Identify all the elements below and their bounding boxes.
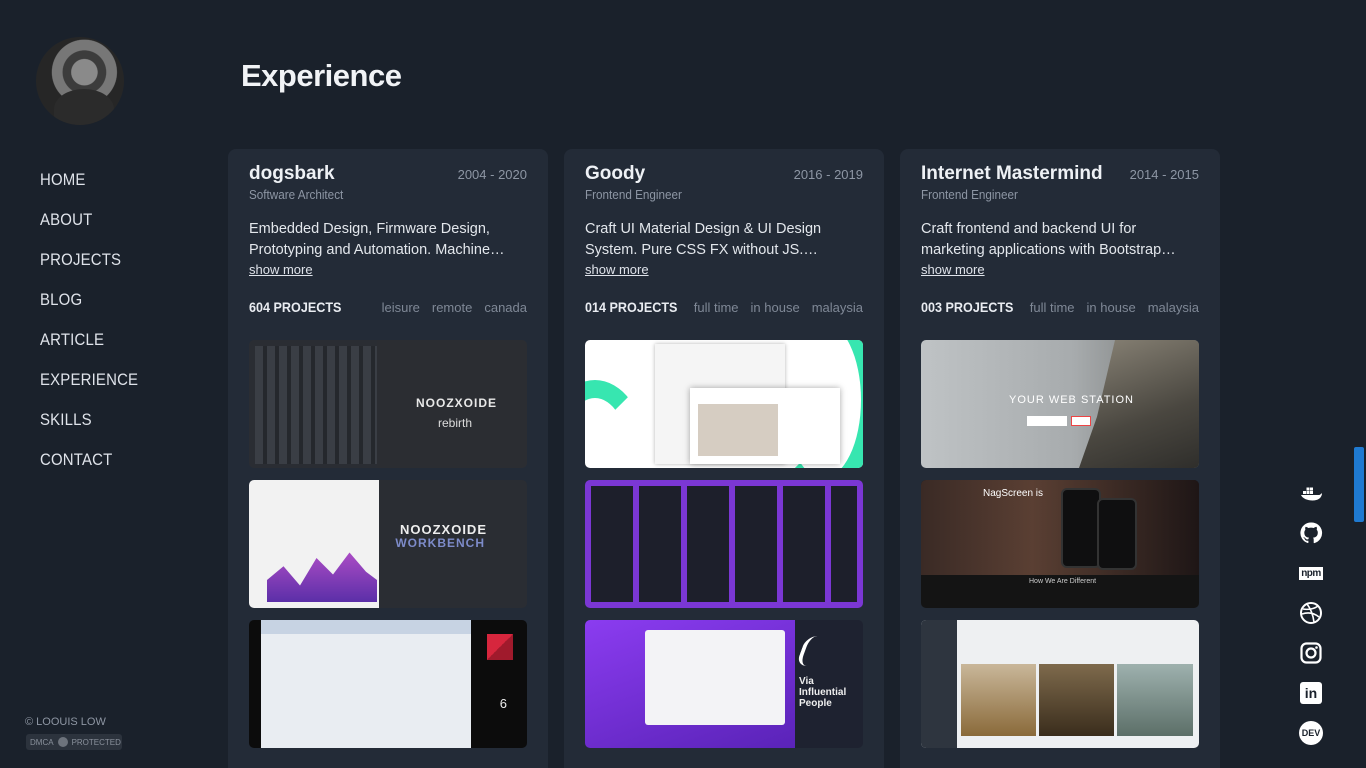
bolt-icon <box>795 636 829 666</box>
project-thumbnail[interactable] <box>585 480 863 608</box>
tag-list: full time in house malaysia <box>1030 300 1199 315</box>
logo-icon <box>487 634 513 660</box>
tag: canada <box>484 299 527 315</box>
thumbnail-subtitle: How We Are Different <box>1029 578 1097 585</box>
thumbnail-title: NOOZXOIDE <box>399 522 487 537</box>
dev-icon[interactable]: DEV <box>1298 720 1324 746</box>
main-nav: HOME ABOUT PROJECTS BLOG ARTICLE EXPERIE… <box>40 166 152 486</box>
role-title: Software Architect <box>249 187 344 202</box>
nav-experience[interactable]: EXPERIENCE <box>40 366 138 406</box>
linkedin-icon[interactable]: in <box>1298 680 1324 706</box>
tag: leisure <box>381 299 420 315</box>
instagram-icon[interactable] <box>1298 640 1324 666</box>
dmca-badge[interactable]: DMCA PROTECTED <box>26 734 122 750</box>
nav-article[interactable]: ARTICLE <box>40 326 138 366</box>
nav-home[interactable]: HOME <box>40 166 138 206</box>
tag: malaysia <box>1147 299 1199 315</box>
experience-card-goody: Goody 2016 - 2019 Frontend Engineer Craf… <box>564 149 884 768</box>
company-name: Goody <box>585 163 646 184</box>
npm-label: npm <box>1299 566 1323 580</box>
thumbnail-title: NOOZXOIDE <box>415 396 497 410</box>
tag: remote <box>431 299 473 315</box>
nav-skills[interactable]: SKILLS <box>40 406 138 446</box>
years-range: 2016 - 2019 <box>793 167 863 182</box>
npm-icon[interactable]: npm <box>1298 560 1324 586</box>
copyright-text: © LOOUIS LOW <box>25 716 106 728</box>
project-thumbnail[interactable]: NOOZXOIDE WORKBENCH <box>249 480 527 608</box>
project-count: 014 PROJECTS <box>585 299 678 315</box>
project-thumbnail[interactable] <box>585 340 863 468</box>
project-thumbnail[interactable]: NagScreen is How We Are Different <box>921 480 1199 608</box>
tag-list: full time in house malaysia <box>694 300 863 315</box>
project-count: 003 PROJECTS <box>921 299 1014 315</box>
years-range: 2004 - 2020 <box>457 167 527 182</box>
tag: in house <box>1086 299 1136 315</box>
experience-card-dogsbark: dogsbark 2004 - 2020 Software Architect … <box>228 149 548 768</box>
project-count: 604 PROJECTS <box>249 299 342 315</box>
years-range: 2014 - 2015 <box>1129 167 1199 182</box>
github-icon[interactable] <box>1298 520 1324 546</box>
job-description: Embedded Design, Firmware Design, Protot… <box>249 221 505 258</box>
dribbble-icon[interactable] <box>1298 600 1324 626</box>
avatar[interactable] <box>36 37 124 125</box>
thumbnail-title: 6 <box>499 696 507 711</box>
scrollbar-thumb[interactable] <box>1354 447 1364 522</box>
scrollbar[interactable] <box>1351 0 1366 768</box>
thumbnail-title: YOUR WEB STATION <box>1009 394 1134 406</box>
show-more-link[interactable]: show more <box>249 262 313 277</box>
thumbnail-subtitle: WORKBENCH <box>395 536 485 550</box>
shield-icon <box>57 737 68 747</box>
nav-contact[interactable]: CONTACT <box>40 446 138 486</box>
role-title: Frontend Engineer <box>921 187 1018 202</box>
show-more-link[interactable]: show more <box>921 262 985 277</box>
tag: full time <box>693 299 739 315</box>
dmca-protected-label: PROTECTED <box>71 737 121 747</box>
role-title: Frontend Engineer <box>585 187 682 202</box>
tag: in house <box>750 299 800 315</box>
company-name: Internet Mastermind <box>921 163 1103 184</box>
project-thumbnail[interactable]: Via Influential People <box>585 620 863 748</box>
page-title: Experience <box>241 58 402 93</box>
nav-projects[interactable]: PROJECTS <box>40 246 138 286</box>
nav-about[interactable]: ABOUT <box>40 206 138 246</box>
tag: full time <box>1029 299 1075 315</box>
dev-label: DEV <box>1299 721 1323 745</box>
tag: malaysia <box>811 299 863 315</box>
linkedin-label: in <box>1300 682 1322 704</box>
project-thumbnail[interactable] <box>921 620 1199 748</box>
nav-blog[interactable]: BLOG <box>40 286 138 326</box>
docker-icon[interactable] <box>1298 480 1324 506</box>
project-thumbnail[interactable]: NOOZXOIDE rebirth <box>249 340 527 468</box>
project-thumbnail[interactable]: YOUR WEB STATION <box>921 340 1199 468</box>
thumbnail-title: NagScreen is <box>983 488 1044 499</box>
job-description: Craft UI Material Design & UI Design Sys… <box>585 221 822 258</box>
thumbnail-title: Via Influential People <box>799 676 847 709</box>
experience-card-internet-mastermind: Internet Mastermind 2014 - 2015 Frontend… <box>900 149 1220 768</box>
show-more-link[interactable]: show more <box>585 262 649 277</box>
project-thumbnail[interactable]: 6 <box>249 620 527 748</box>
dmca-label: DMCA <box>30 737 54 747</box>
thumbnail-subtitle: rebirth <box>437 416 472 430</box>
company-name: dogsbark <box>249 163 335 184</box>
tag-list: leisure remote canada <box>382 300 527 315</box>
job-description: Craft frontend and backend UI for market… <box>921 221 1176 258</box>
social-links: npm in DEV <box>1298 480 1324 746</box>
